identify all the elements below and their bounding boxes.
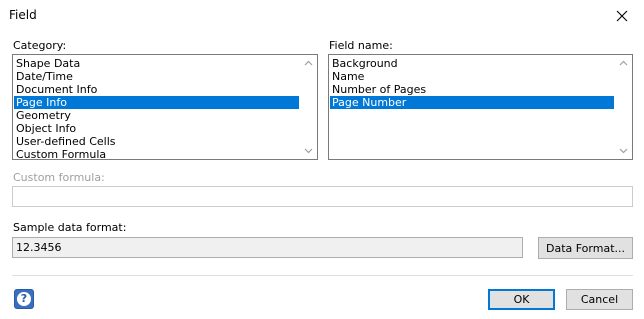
- category-list-item[interactable]: Shape Data: [14, 57, 299, 70]
- field-name-list-item[interactable]: Name: [330, 70, 614, 83]
- chevron-down-icon: [619, 148, 628, 154]
- category-scroll-up[interactable]: [300, 55, 317, 71]
- field-name-scrollbar[interactable]: [615, 55, 632, 159]
- category-list: Shape Data Date/Time Document Info Page Inf…: [14, 57, 299, 159]
- category-list-item[interactable]: Custom Formula: [14, 148, 299, 159]
- field-name-list-item[interactable]: Background: [330, 57, 614, 70]
- category-label: Category:: [13, 39, 67, 52]
- category-scroll-down[interactable]: [300, 143, 317, 159]
- category-listbox[interactable]: Shape Data Date/Time Document Info Page Inf…: [12, 54, 318, 160]
- category-list-item[interactable]: Object Info: [14, 122, 299, 135]
- field-name-listbox[interactable]: Background Name Number of Pages Page Number: [328, 54, 633, 160]
- help-button[interactable]: ?: [14, 289, 34, 309]
- close-button[interactable]: [600, 0, 644, 31]
- chevron-up-icon: [619, 60, 628, 66]
- sample-format-field: 12.3456: [12, 237, 523, 258]
- data-format-button[interactable]: Data Format...: [538, 237, 633, 259]
- category-list-item[interactable]: Date/Time: [14, 70, 299, 83]
- field-name-scroll-down[interactable]: [615, 143, 632, 159]
- category-list-item[interactable]: Geometry: [14, 109, 299, 122]
- custom-formula-input: [12, 186, 633, 207]
- field-name-list: Background Name Number of Pages Page Number: [330, 57, 614, 109]
- field-name-list-item[interactable]: Page Number: [330, 96, 614, 109]
- field-name-scroll-up[interactable]: [615, 55, 632, 71]
- field-name-label: Field name:: [329, 39, 393, 52]
- cancel-button[interactable]: Cancel: [566, 289, 633, 310]
- title-bar: Field: [0, 0, 644, 31]
- help-icon: ?: [17, 292, 31, 306]
- custom-formula-label: Custom formula:: [13, 171, 105, 184]
- window-title: Field: [9, 8, 37, 22]
- chevron-down-icon: [304, 148, 313, 154]
- footer-separator: [12, 275, 633, 276]
- category-list-item[interactable]: Page Info: [14, 96, 299, 109]
- sample-format-label: Sample data format:: [13, 221, 127, 234]
- category-list-item[interactable]: Document Info: [14, 83, 299, 96]
- category-scrollbar[interactable]: [300, 55, 317, 159]
- ok-button[interactable]: OK: [488, 289, 555, 310]
- category-list-item[interactable]: User-defined Cells: [14, 135, 299, 148]
- field-name-list-item[interactable]: Number of Pages: [330, 83, 614, 96]
- chevron-up-icon: [304, 60, 313, 66]
- close-icon: [616, 10, 628, 21]
